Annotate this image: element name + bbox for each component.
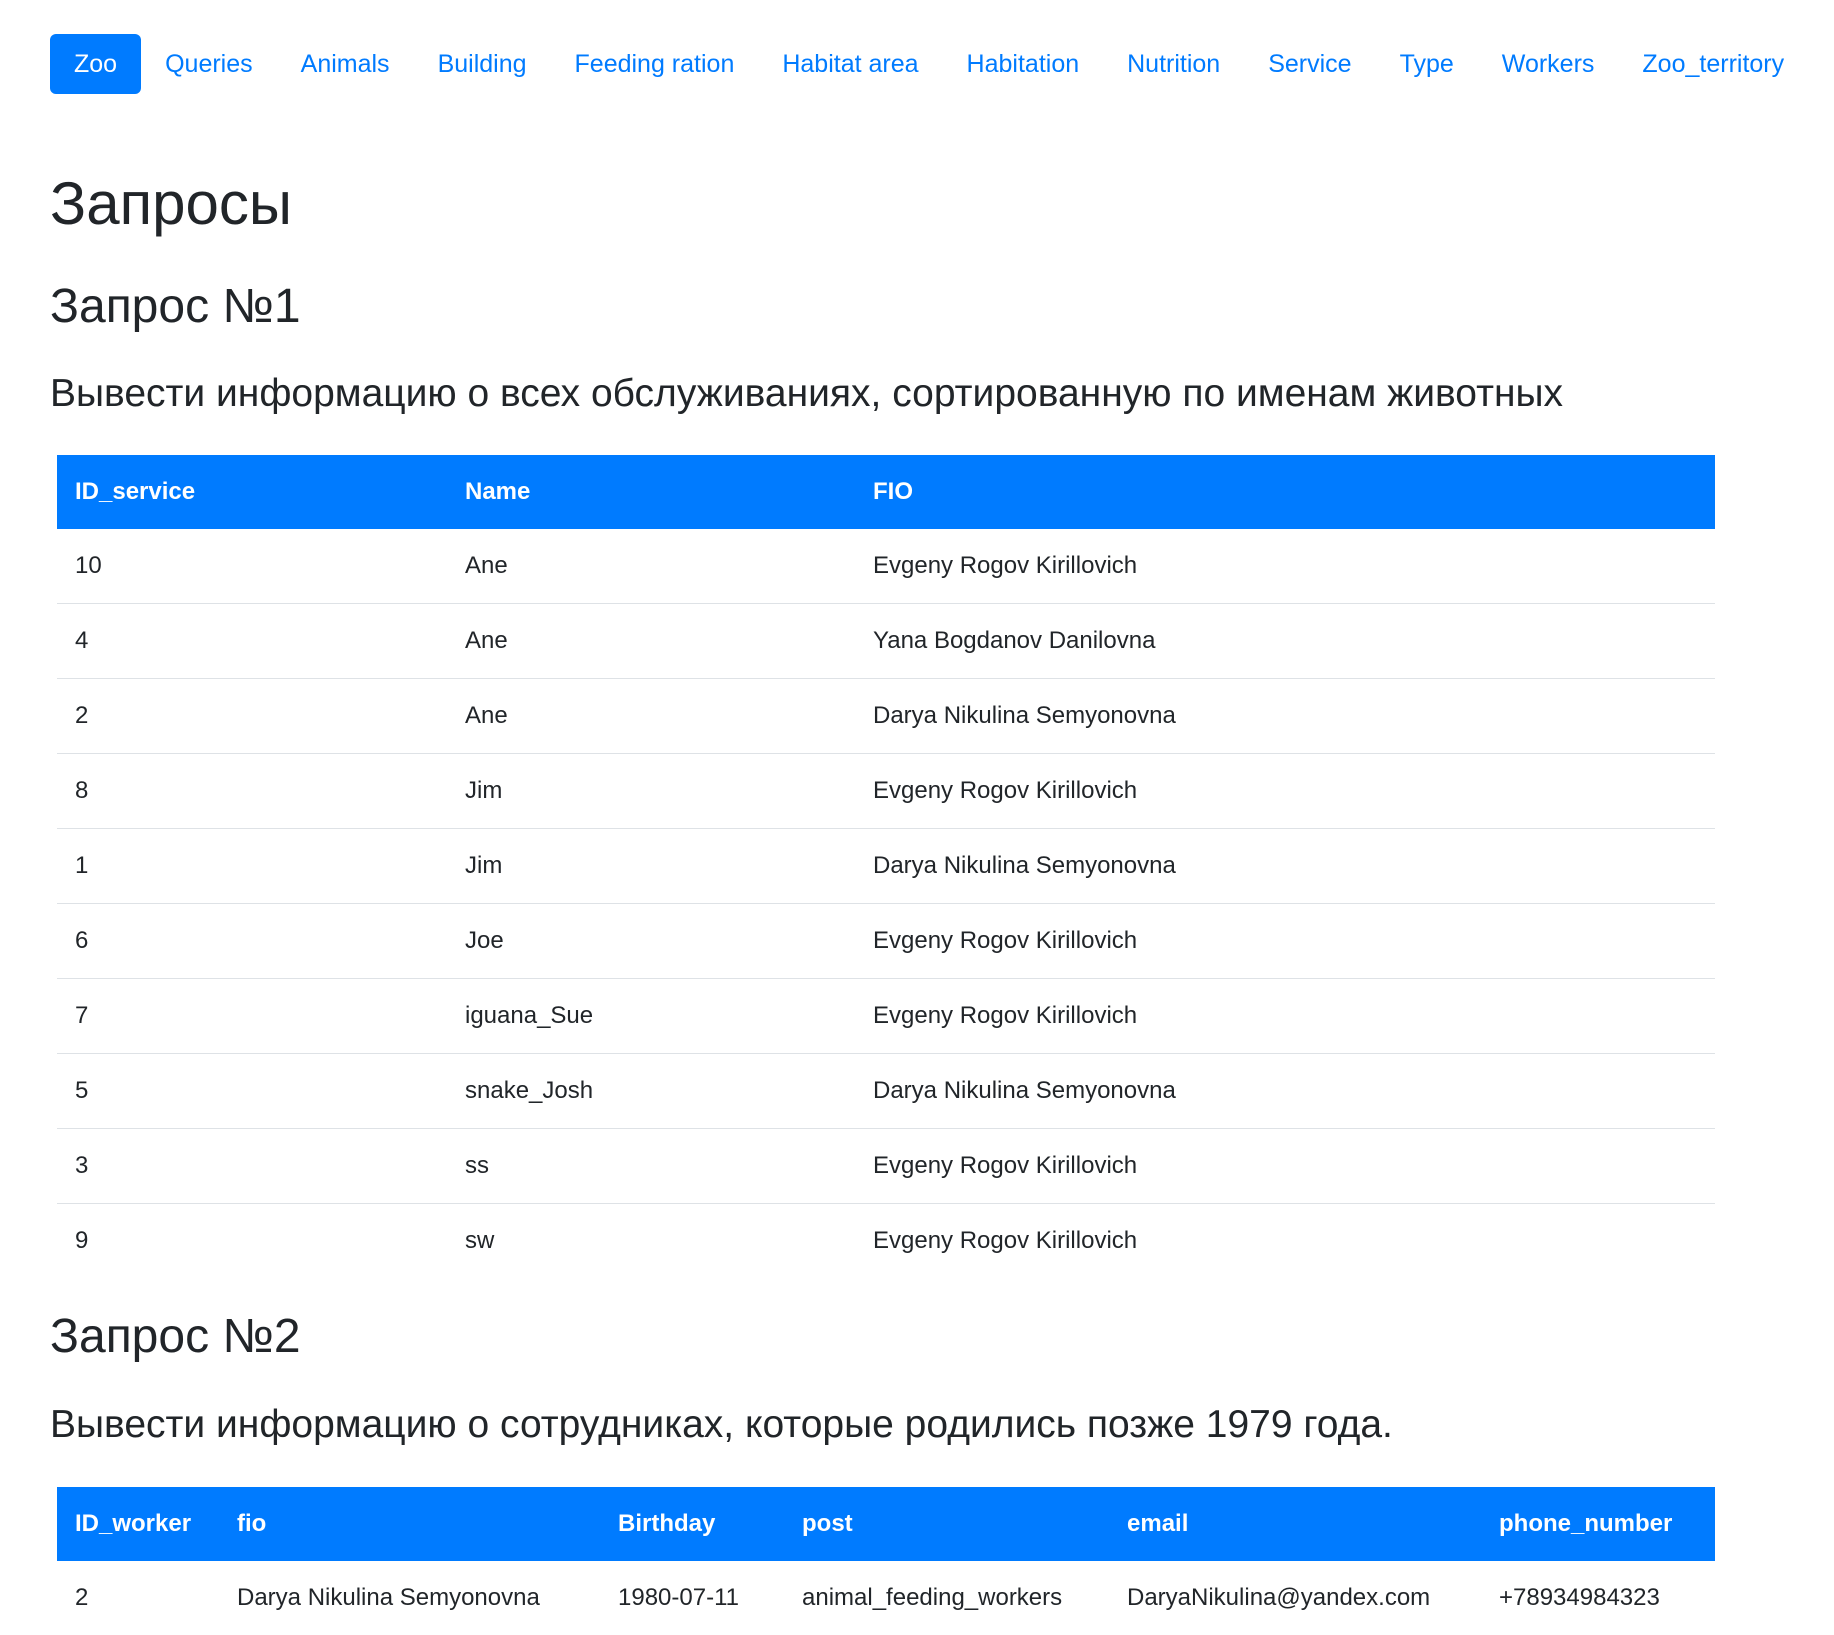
table-row: 4 Ane Yana Bogdanov Danilovna — [57, 603, 1715, 679]
column-header-name: Name — [447, 455, 855, 529]
cell-name: sw — [465, 1227, 495, 1254]
cell-fio: Darya Nikulina Semyonovna — [855, 678, 1715, 754]
cell-name: Ane — [447, 603, 855, 679]
cell-fio: Darya Nikulina Semyonovna — [855, 1053, 1715, 1129]
top-nav: Zoo Queries Animals Building Feeding rat… — [50, 34, 1808, 94]
cell-id-service: 9 — [75, 1227, 89, 1254]
cell-id-service: 2 — [57, 678, 447, 754]
cell-name: snake_Josh — [447, 1053, 855, 1129]
column-header-fio: FIO — [855, 455, 1715, 529]
table-row: 3 ss Evgeny Rogov Kirillovich — [57, 1128, 1715, 1204]
table-row: 7 iguana_Sue Evgeny Rogov Kirillovich — [57, 978, 1715, 1054]
nav-item-workers[interactable]: Workers — [1478, 34, 1619, 94]
cell-name: ss — [447, 1128, 855, 1204]
cell-fio: Evgeny Rogov Kirillovich — [873, 1227, 1138, 1254]
cell-fio: Darya Nikulina Semyonovna — [237, 1584, 540, 1611]
nav-item-building[interactable]: Building — [414, 34, 551, 94]
table-row: 10 Ane Evgeny Rogov Kirillovich — [57, 529, 1715, 604]
cell-name: Joe — [447, 903, 855, 979]
query2-header-row: ID_worker fio Birthday post email phone_… — [57, 1487, 1715, 1561]
cell-phone-number: +78934984323 — [1499, 1584, 1660, 1611]
query1-header-row: ID_service Name FIO — [57, 455, 1715, 529]
cell-fio: Evgeny Rogov Kirillovich — [855, 903, 1715, 979]
query2-heading: Запрос №2 — [50, 1310, 301, 1363]
cell-id-service: 7 — [57, 978, 447, 1054]
cell-id-service: 5 — [57, 1053, 447, 1129]
nav-item-zoo-territory[interactable]: Zoo_territory — [1618, 34, 1808, 94]
nav-item-nutrition[interactable]: Nutrition — [1103, 34, 1244, 94]
table-row: 2 Darya Nikulina Semyonovna 1980-07-11 a… — [57, 1561, 1715, 1635]
cell-id-service: 1 — [57, 828, 447, 904]
nav-item-service[interactable]: Service — [1244, 34, 1375, 94]
cell-id-service: 10 — [57, 529, 447, 604]
cell-birthday: 1980-07-11 — [618, 1584, 739, 1611]
query2-description: Вывести информацию о сотрудниках, которы… — [50, 1403, 1393, 1446]
column-header-id-worker: ID_worker — [57, 1487, 219, 1561]
cell-name: Ane — [447, 678, 855, 754]
cell-name: Jim — [447, 828, 855, 904]
cell-fio: Evgeny Rogov Kirillovich — [855, 529, 1715, 604]
table-row: 5 snake_Josh Darya Nikulina Semyonovna — [57, 1053, 1715, 1129]
cell-name: Ane — [447, 529, 855, 604]
nav-item-habitation[interactable]: Habitation — [943, 34, 1104, 94]
table-row: 6 Joe Evgeny Rogov Kirillovich — [57, 903, 1715, 979]
column-header-post: post — [784, 1487, 1109, 1561]
column-header-email: email — [1109, 1487, 1481, 1561]
cell-fio: Evgeny Rogov Kirillovich — [855, 978, 1715, 1054]
query1-table: ID_service Name FIO 10 Ane Evgeny Rogov … — [57, 455, 1715, 1278]
query2-table: ID_worker fio Birthday post email phone_… — [57, 1487, 1715, 1635]
cell-id-service: 8 — [57, 753, 447, 829]
cell-email: DaryaNikulina@yandex.com — [1127, 1584, 1431, 1611]
cell-fio: Yana Bogdanov Danilovna — [855, 603, 1715, 679]
nav-item-feeding-ration[interactable]: Feeding ration — [551, 34, 759, 94]
table-row: 8 Jim Evgeny Rogov Kirillovich — [57, 753, 1715, 829]
column-header-phone-number: phone_number — [1481, 1487, 1715, 1561]
nav-item-queries[interactable]: Queries — [141, 34, 277, 94]
column-header-fio: fio — [219, 1487, 600, 1561]
query1-description: Вывести информацию о всех обслуживаниях,… — [50, 372, 1564, 415]
cell-id-service: 3 — [57, 1128, 447, 1204]
nav-item-zoo[interactable]: Zoo — [50, 34, 142, 94]
cell-post: animal_feeding_workers — [802, 1584, 1063, 1611]
nav-item-animals[interactable]: Animals — [277, 34, 414, 94]
table-row: 1 Jim Darya Nikulina Semyonovna — [57, 828, 1715, 904]
table-row: 9 sw Evgeny Rogov Kirillovich — [57, 1204, 1715, 1279]
nav-item-type[interactable]: Type — [1376, 34, 1478, 94]
cell-fio: Darya Nikulina Semyonovna — [855, 828, 1715, 904]
table-row: 2 Ane Darya Nikulina Semyonovna — [57, 678, 1715, 754]
cell-fio: Evgeny Rogov Kirillovich — [855, 1128, 1715, 1204]
page-title: Запросы — [50, 170, 292, 237]
nav-item-habitat-area[interactable]: Habitat area — [758, 34, 942, 94]
cell-name: iguana_Sue — [447, 978, 855, 1054]
query1-heading: Запрос №1 — [50, 280, 301, 333]
cell-id-service: 6 — [57, 903, 447, 979]
column-header-id-service: ID_service — [57, 455, 447, 529]
cell-id-service: 4 — [57, 603, 447, 679]
cell-name: Jim — [447, 753, 855, 829]
cell-fio: Evgeny Rogov Kirillovich — [855, 753, 1715, 829]
column-header-birthday: Birthday — [600, 1487, 784, 1561]
cell-id-worker: 2 — [75, 1584, 89, 1611]
